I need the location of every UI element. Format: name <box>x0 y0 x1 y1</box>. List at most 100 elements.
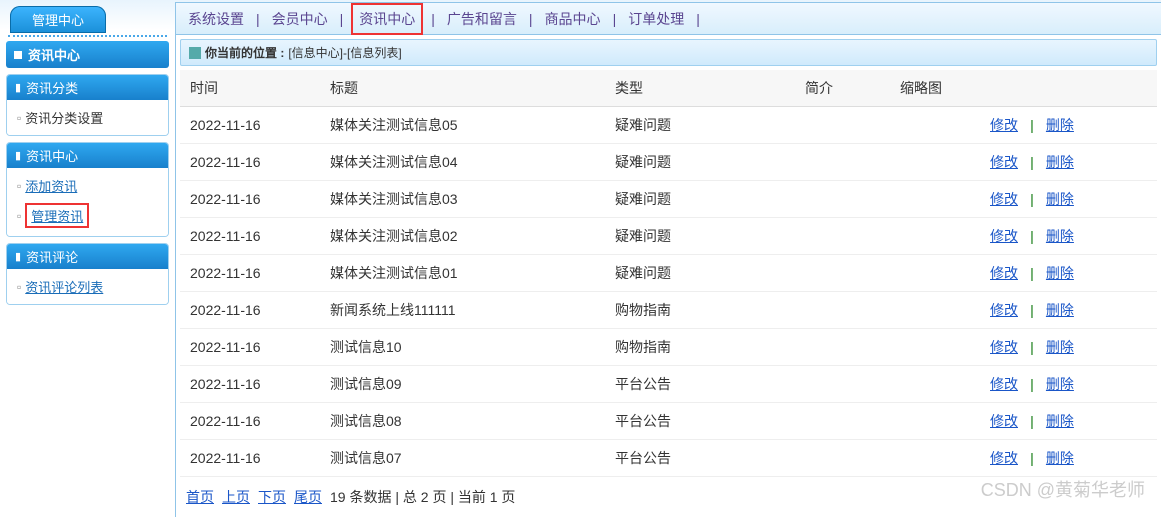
pager-prev[interactable]: 上页 <box>222 487 250 507</box>
cell-title: 测试信息08 <box>320 403 605 440</box>
sidebar-item-link[interactable]: 管理资讯 <box>31 209 83 224</box>
sidebar-main-header: 资讯中心 <box>6 41 169 68</box>
cell-title: 媒体关注测试信息03 <box>320 181 605 218</box>
cell-intro <box>795 144 890 181</box>
th-thumb: 缩略图 <box>890 70 980 107</box>
sidebar-item[interactable]: 资讯分类设置 <box>7 104 168 131</box>
nav-item[interactable]: 系统设置 <box>184 9 248 29</box>
delete-link[interactable]: 删除 <box>1046 413 1074 429</box>
cell-actions: 修改|删除 <box>980 366 1157 403</box>
cell-thumb <box>890 107 980 144</box>
cell-time: 2022-11-16 <box>180 107 320 144</box>
cell-thumb <box>890 403 980 440</box>
edit-link[interactable]: 修改 <box>990 154 1018 170</box>
delete-link[interactable]: 删除 <box>1046 265 1074 281</box>
nav-item[interactable]: 资讯中心 <box>351 3 423 35</box>
delete-link[interactable]: 删除 <box>1046 117 1074 133</box>
sidebar-group-head: 资讯评论 <box>7 244 168 269</box>
cell-actions: 修改|删除 <box>980 403 1157 440</box>
nav-separator: | <box>688 11 708 27</box>
delete-link[interactable]: 删除 <box>1046 450 1074 466</box>
edit-link[interactable]: 修改 <box>990 191 1018 207</box>
pager-first[interactable]: 首页 <box>186 487 214 507</box>
table-row: 2022-11-16测试信息10购物指南修改|删除 <box>180 329 1157 366</box>
top-nav: 系统设置|会员中心|资讯中心|广告和留言|商品中心|订单处理| <box>176 3 1161 35</box>
sidebar-item-link[interactable]: 资讯分类设置 <box>25 108 103 127</box>
delete-link[interactable]: 删除 <box>1046 339 1074 355</box>
sidebar: 管理中心 资讯中心 资讯分类资讯分类设置资讯中心添加资讯管理资讯资讯评论资讯评论… <box>0 0 175 517</box>
cell-thumb <box>890 255 980 292</box>
table-row: 2022-11-16媒体关注测试信息05疑难问题修改|删除 <box>180 107 1157 144</box>
admin-tab[interactable]: 管理中心 <box>10 6 106 33</box>
sidebar-group: 资讯分类资讯分类设置 <box>6 74 169 136</box>
nav-separator: | <box>248 11 268 27</box>
nav-separator: | <box>605 11 625 27</box>
sidebar-item-link[interactable]: 资讯评论列表 <box>25 277 103 296</box>
table-row: 2022-11-16测试信息08平台公告修改|删除 <box>180 403 1157 440</box>
pager-summary: 19 条数据 | 总 2 页 | 当前 1 页 <box>330 487 515 507</box>
cell-thumb <box>890 292 980 329</box>
nav-item[interactable]: 会员中心 <box>268 9 332 29</box>
pager-next[interactable]: 下页 <box>258 487 286 507</box>
cell-type: 疑难问题 <box>605 255 795 292</box>
nav-item[interactable]: 广告和留言 <box>443 9 521 29</box>
cell-thumb <box>890 144 980 181</box>
edit-link[interactable]: 修改 <box>990 450 1018 466</box>
nav-item[interactable]: 订单处理 <box>624 9 688 29</box>
action-separator: | <box>1018 191 1046 207</box>
sidebar-item[interactable]: 管理资讯 <box>7 199 168 232</box>
cell-time: 2022-11-16 <box>180 255 320 292</box>
edit-link[interactable]: 修改 <box>990 413 1018 429</box>
action-separator: | <box>1018 154 1046 170</box>
th-intro: 简介 <box>795 70 890 107</box>
table-row: 2022-11-16媒体关注测试信息02疑难问题修改|删除 <box>180 218 1157 255</box>
cell-thumb <box>890 181 980 218</box>
delete-link[interactable]: 删除 <box>1046 228 1074 244</box>
sidebar-item[interactable]: 资讯评论列表 <box>7 273 168 300</box>
location-icon <box>189 47 201 59</box>
edit-link[interactable]: 修改 <box>990 117 1018 133</box>
cell-actions: 修改|删除 <box>980 218 1157 255</box>
table-row: 2022-11-16测试信息07平台公告修改|删除 <box>180 440 1157 477</box>
delete-link[interactable]: 删除 <box>1046 376 1074 392</box>
cell-title: 新闻系统上线111111 <box>320 292 605 329</box>
highlight-box: 管理资讯 <box>25 203 89 228</box>
edit-link[interactable]: 修改 <box>990 228 1018 244</box>
nav-item[interactable]: 商品中心 <box>541 9 605 29</box>
table-row: 2022-11-16测试信息09平台公告修改|删除 <box>180 366 1157 403</box>
cell-title: 媒体关注测试信息05 <box>320 107 605 144</box>
delete-link[interactable]: 删除 <box>1046 302 1074 318</box>
cell-title: 测试信息07 <box>320 440 605 477</box>
cell-time: 2022-11-16 <box>180 292 320 329</box>
cell-title: 媒体关注测试信息02 <box>320 218 605 255</box>
cell-actions: 修改|删除 <box>980 181 1157 218</box>
sidebar-group: 资讯评论资讯评论列表 <box>6 243 169 305</box>
action-separator: | <box>1018 117 1046 133</box>
cell-time: 2022-11-16 <box>180 329 320 366</box>
table-row: 2022-11-16新闻系统上线111111购物指南修改|删除 <box>180 292 1157 329</box>
sidebar-main-title: 资讯中心 <box>28 45 80 64</box>
sidebar-item-link[interactable]: 添加资讯 <box>25 176 77 195</box>
sidebar-item[interactable]: 添加资讯 <box>7 172 168 199</box>
edit-link[interactable]: 修改 <box>990 265 1018 281</box>
edit-link[interactable]: 修改 <box>990 376 1018 392</box>
pager-last[interactable]: 尾页 <box>294 487 322 507</box>
sidebar-group-head: 资讯分类 <box>7 75 168 100</box>
cell-actions: 修改|删除 <box>980 107 1157 144</box>
cell-thumb <box>890 366 980 403</box>
edit-link[interactable]: 修改 <box>990 302 1018 318</box>
cell-thumb <box>890 329 980 366</box>
th-type: 类型 <box>605 70 795 107</box>
cell-time: 2022-11-16 <box>180 403 320 440</box>
delete-link[interactable]: 删除 <box>1046 154 1074 170</box>
cell-intro <box>795 107 890 144</box>
cell-time: 2022-11-16 <box>180 366 320 403</box>
breadcrumb-path: [信息中心]-[信息列表] <box>288 44 401 61</box>
edit-link[interactable]: 修改 <box>990 339 1018 355</box>
table-row: 2022-11-16媒体关注测试信息04疑难问题修改|删除 <box>180 144 1157 181</box>
cell-time: 2022-11-16 <box>180 218 320 255</box>
delete-link[interactable]: 删除 <box>1046 191 1074 207</box>
sidebar-group-head: 资讯中心 <box>7 143 168 168</box>
breadcrumb-label: 你当前的位置 : <box>205 44 284 61</box>
table-row: 2022-11-16媒体关注测试信息03疑难问题修改|删除 <box>180 181 1157 218</box>
